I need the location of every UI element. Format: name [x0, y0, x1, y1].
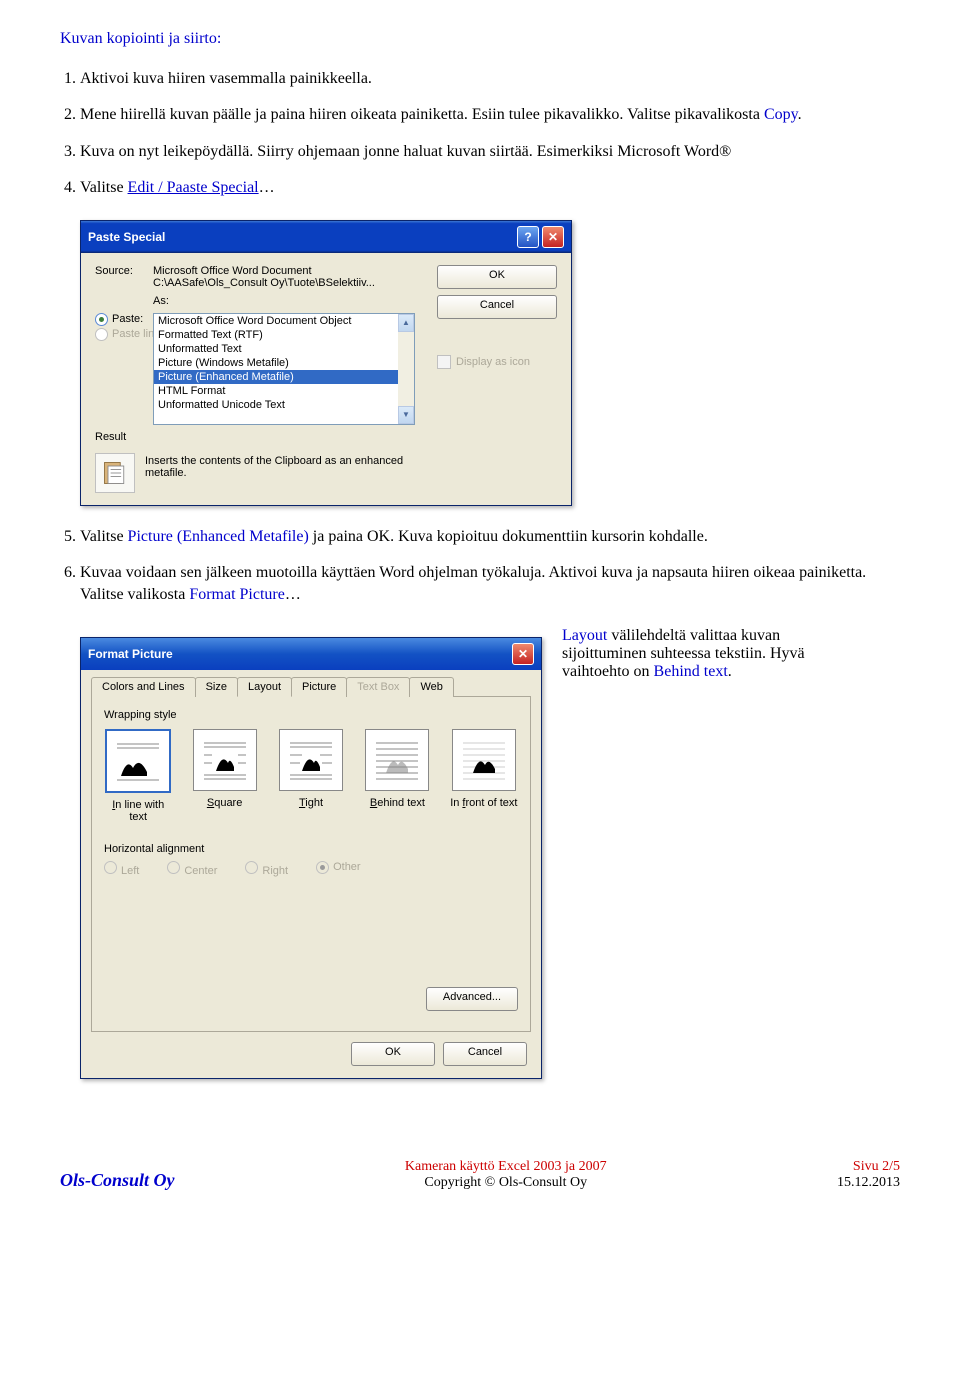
list-item[interactable]: Picture (Windows Metafile)	[154, 356, 414, 370]
step-1: Aktivoi kuva hiiren vasemmalla painikkee…	[80, 68, 900, 90]
layout-keyword: Layout	[562, 627, 607, 644]
help-icon[interactable]: ?	[517, 226, 539, 248]
source-label: Source:	[95, 265, 141, 307]
tabs: Colors and Lines Size Layout Picture Tex…	[91, 676, 531, 697]
cancel-button[interactable]: Cancel	[437, 295, 557, 319]
step-3: Kuva on nyt leikepöydällä. Siirry ohjema…	[80, 141, 900, 163]
wrapping-style-label: Wrapping style	[104, 709, 518, 721]
step-5: Valitse Picture (Enhanced Metafile) ja p…	[80, 526, 900, 548]
tab-size[interactable]: Size	[195, 677, 238, 697]
wrap-tight[interactable]: Tight	[277, 729, 345, 823]
edit-paste-special-link: Edit / Paaste Special	[128, 179, 259, 196]
wrap-behind-icon	[365, 729, 429, 791]
tab-colors-lines[interactable]: Colors and Lines	[91, 677, 196, 697]
as-label: As:	[153, 295, 375, 307]
cancel-button[interactable]: Cancel	[443, 1042, 527, 1066]
ok-button[interactable]: OK	[437, 265, 557, 289]
align-left-radio: Left	[104, 861, 139, 877]
tab-web[interactable]: Web	[409, 677, 453, 697]
source-line1: Microsoft Office Word Document	[153, 265, 375, 277]
close-icon[interactable]: ✕	[512, 643, 534, 665]
wrap-inline-icon	[105, 729, 171, 793]
step-4-text: Valitse	[80, 179, 128, 196]
list-item[interactable]: Unformatted Text	[154, 342, 414, 356]
step-6: Kuvaa voidaan sen jälkeen muotoilla käyt…	[80, 562, 900, 607]
source-line2: C:\AASafe\Ols_Consult Oy\Tuote\BSelektii…	[153, 277, 375, 289]
wrap-front[interactable]: In front of text	[450, 729, 518, 823]
display-as-icon-label: Display as icon	[456, 356, 530, 368]
wrap-behind[interactable]: Behind text	[363, 729, 431, 823]
picture-enhanced-link: Picture (Enhanced Metafile)	[128, 528, 309, 545]
format-picture-title: Format Picture	[88, 647, 173, 661]
wrap-square-label: Square	[190, 797, 258, 809]
format-picture-dialog: Format Picture ✕ Colors and Lines Size L…	[80, 637, 542, 1079]
horizontal-alignment-label: Horizontal alignment	[104, 843, 518, 855]
paste-special-title: Paste Special	[88, 230, 165, 244]
wrap-inline-label: In line with text	[104, 799, 172, 823]
ok-button[interactable]: OK	[351, 1042, 435, 1066]
as-listbox[interactable]: Microsoft Office Word Document Object Fo…	[153, 313, 415, 425]
checkbox-icon	[437, 355, 451, 369]
footer-company: Ols-Consult Oy	[60, 1170, 175, 1191]
display-as-icon-checkbox: Display as icon	[437, 355, 557, 369]
footer-page: Sivu 2/5	[837, 1159, 900, 1175]
format-picture-titlebar: Format Picture ✕	[81, 638, 541, 670]
paste-special-dialog: Paste Special ? ✕ Source: Microsoft Offi…	[80, 220, 572, 506]
wrap-square[interactable]: Square	[190, 729, 258, 823]
list-item[interactable]: HTML Format	[154, 384, 414, 398]
step-4-end: …	[259, 179, 275, 196]
step-2-text: Mene hiirellä kuvan päälle ja paina hiir…	[80, 106, 764, 123]
list-item[interactable]: Microsoft Office Word Document Object	[154, 314, 414, 328]
scroll-down-icon[interactable]: ▼	[398, 406, 414, 424]
step-4: Valitse Edit / Paaste Special…	[80, 177, 900, 199]
step-5-text-c: ja paina OK. Kuva kopioituu dokumenttiin…	[309, 528, 708, 545]
wrap-square-icon	[193, 729, 257, 791]
side-note: Layout välilehdeltä valittaa kuvan sijoi…	[562, 627, 862, 681]
format-picture-link: Format Picture	[189, 586, 285, 603]
result-text: Inserts the contents of the Clipboard as…	[145, 453, 427, 493]
tab-picture[interactable]: Picture	[291, 677, 347, 697]
footer-date: 15.12.2013	[837, 1175, 900, 1191]
advanced-button[interactable]: Advanced...	[426, 987, 518, 1011]
page-heading: Kuvan kopiointi ja siirto:	[60, 30, 900, 48]
paste-special-titlebar: Paste Special ? ✕	[81, 221, 571, 253]
align-center-radio: Center	[167, 861, 217, 877]
footer-copyright: Copyright © Ols-Consult Oy	[405, 1175, 607, 1191]
wrap-inline[interactable]: In line with text	[104, 729, 172, 823]
tab-text-box: Text Box	[346, 677, 410, 697]
side-note-end: .	[728, 663, 732, 680]
result-label: Result	[95, 431, 427, 443]
wrap-front-label: In front of text	[450, 797, 518, 809]
wrap-behind-label: Behind text	[363, 797, 431, 809]
step-2: Mene hiirellä kuvan päälle ja paina hiir…	[80, 104, 900, 126]
tab-layout[interactable]: Layout	[237, 677, 292, 697]
list-item-selected[interactable]: Picture (Enhanced Metafile)	[154, 370, 414, 384]
page-footer: Ols-Consult Oy Kameran käyttö Excel 2003…	[60, 1159, 900, 1191]
align-other-radio: Other	[316, 861, 361, 877]
wrap-tight-label: Tight	[277, 797, 345, 809]
copy-link: Copy	[764, 106, 798, 123]
wrap-front-icon	[452, 729, 516, 791]
step-5-text-a: Valitse	[80, 528, 128, 545]
wrap-tight-icon	[279, 729, 343, 791]
clipboard-icon	[95, 453, 135, 493]
scroll-up-icon[interactable]: ▲	[398, 314, 414, 332]
list-item[interactable]: Formatted Text (RTF)	[154, 328, 414, 342]
align-right-radio: Right	[245, 861, 288, 877]
step-6-text-c: …	[285, 586, 301, 603]
behind-text-keyword: Behind text	[654, 663, 728, 680]
step-2-end: .	[798, 106, 802, 123]
close-icon[interactable]: ✕	[542, 226, 564, 248]
scrollbar[interactable]: ▲ ▼	[398, 314, 414, 424]
footer-title: Kameran käyttö Excel 2003 ja 2007	[405, 1159, 607, 1175]
list-item[interactable]: Unformatted Unicode Text	[154, 398, 414, 412]
